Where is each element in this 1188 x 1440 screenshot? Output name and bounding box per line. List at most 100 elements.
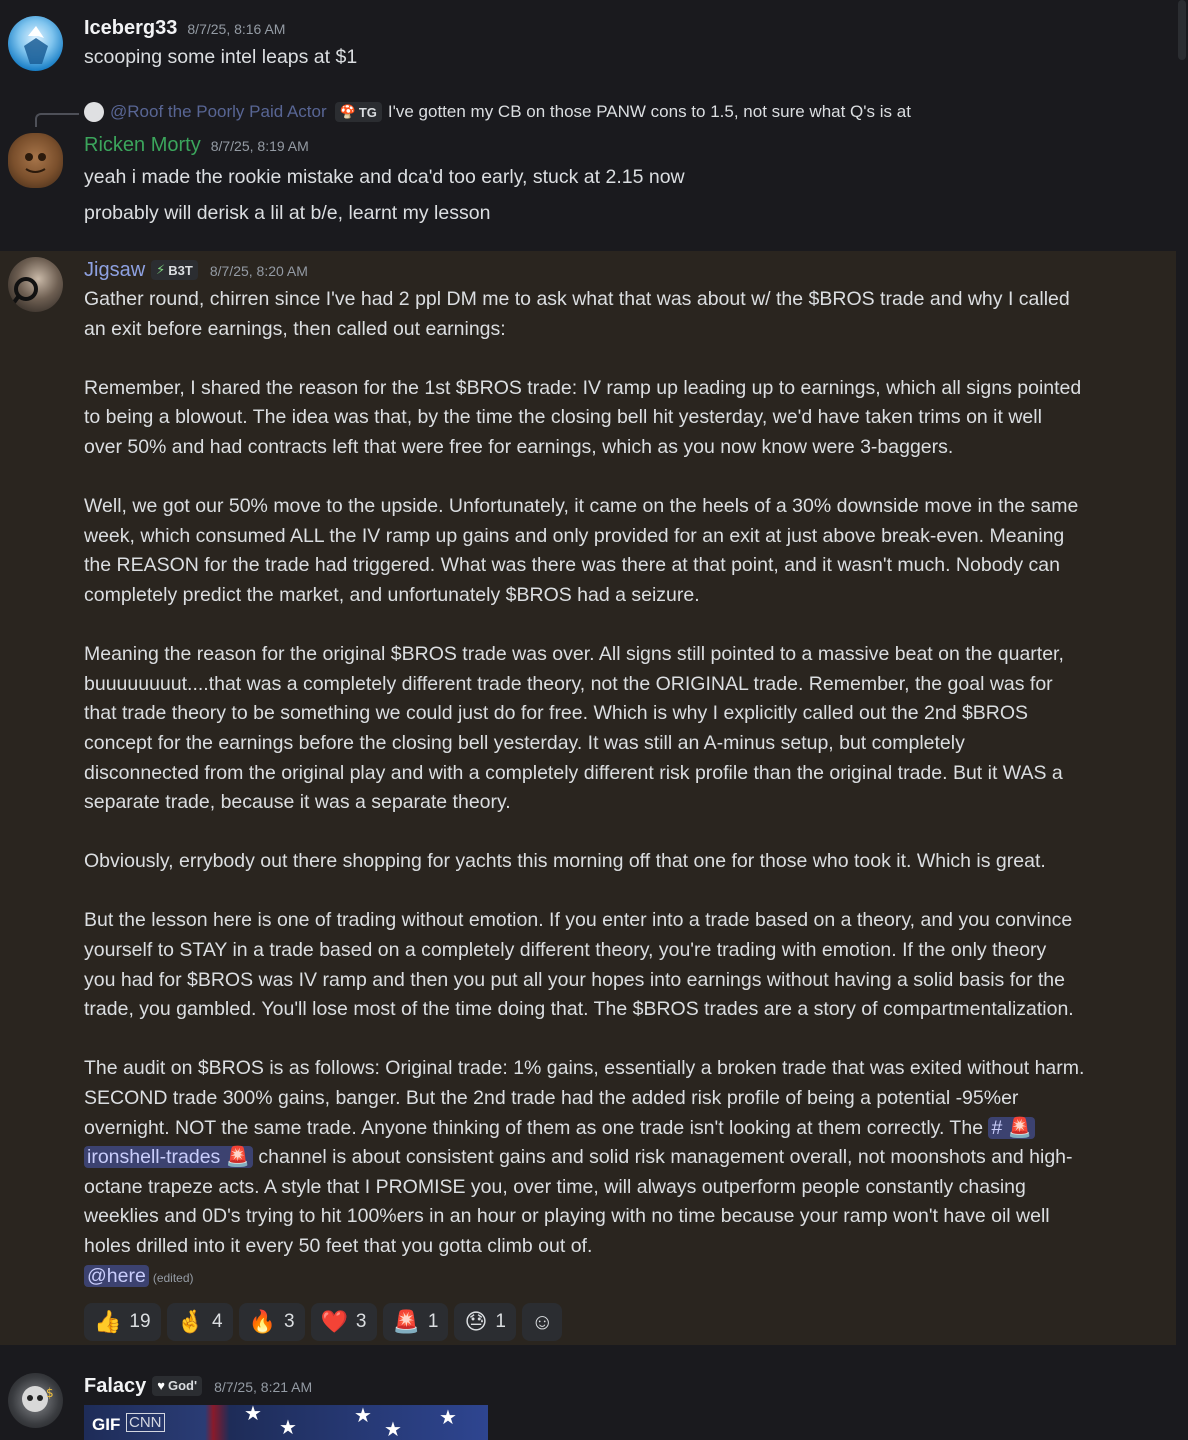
message-text-line: buuuuuuuut....that was a completely diff…: [84, 672, 1053, 695]
message-jigsaw: Jigsaw ⚡ B3T 8/7/25, 8:20 AM Gather roun…: [0, 251, 1176, 1345]
message-text-line: Obviously, errybody out there shopping f…: [84, 850, 1046, 873]
message-body: Gather round, chirren since I've had 2 p…: [84, 285, 1136, 1114]
sackboy-icon: [25, 153, 46, 173]
message-text-line: But the lesson here is one of trading wi…: [84, 909, 1073, 932]
message-text-line: Remember, I shared the reason for the 1s…: [84, 376, 1082, 399]
author-name[interactable]: Ricken Morty: [84, 134, 201, 157]
reaction-button[interactable]: 👍 19: [84, 1303, 161, 1342]
author-name[interactable]: Falacy: [84, 1375, 146, 1398]
timestamp[interactable]: 8/7/25, 8:20 AM: [210, 263, 308, 279]
reaction-button[interactable]: 😓 1: [454, 1303, 516, 1342]
message-text-line: The audit on $BROS is as follows: Origin…: [84, 1057, 1085, 1080]
message-text-line: yeah i made the rookie mistake and dca'd…: [84, 166, 685, 188]
message-text-line: an exit before earnings, then called out…: [84, 317, 506, 340]
siren-icon: 🚨: [225, 1146, 251, 1169]
avatar[interactable]: $: [8, 1373, 63, 1428]
reaction-emoji-icon: 🤞: [176, 1309, 204, 1335]
message-text-line: overnight. NOT the same trade. Anyone th…: [84, 1114, 1136, 1144]
message-text-line: Meaning the reason for the original $BRO…: [84, 643, 1064, 666]
message-text-line: weeklies and 0D's trying to hit 100%ers …: [84, 1205, 1050, 1228]
reaction-emoji-icon: 👍: [94, 1309, 122, 1335]
message-text-line: trade, you gambled. You'll lose most of …: [84, 998, 1074, 1021]
scrollbar-track[interactable]: [1176, 0, 1188, 1440]
message-text-line: that trade theory to be something we cou…: [84, 702, 1029, 725]
message-text-line: @here (edited): [84, 1262, 1136, 1294]
channel-mention[interactable]: ironshell-trades 🚨: [84, 1146, 254, 1169]
star-icon: ★: [354, 1405, 372, 1427]
reaction-button[interactable]: ❤️ 3: [310, 1303, 377, 1342]
message-text-line: over 50% and had contracts left that wer…: [84, 435, 954, 458]
timestamp[interactable]: 8/7/25, 8:21 AM: [214, 1379, 312, 1395]
message-ricken: @Roof the Poorly Paid Actor 🍄 TG I've go…: [0, 0, 1176, 250]
timestamp[interactable]: 8/7/25, 8:19 AM: [211, 138, 309, 154]
reactions-bar: 👍 19 🤞 4 🔥 3 ❤️ 3 🚨 1 😓 1 ☺: [84, 1303, 1136, 1342]
star-icon: ★: [279, 1417, 297, 1439]
reaction-emoji-icon: 🔥: [248, 1309, 276, 1335]
message-text-line: SECOND trade 300% gains, banger. But the…: [84, 1087, 1019, 1110]
reaction-count: 3: [283, 1311, 295, 1333]
message-text-line: octane trapeze acts. A style that I PROM…: [84, 1175, 1026, 1198]
message-text-line: the REASON for the trade had triggered. …: [84, 554, 1060, 577]
add-reaction-icon: ☺: [531, 1309, 554, 1335]
reply-tag[interactable]: 🍄 TG: [334, 102, 382, 122]
reply-connector: [35, 113, 79, 127]
siren-icon: 🚨: [1007, 1116, 1033, 1139]
reaction-emoji-icon: 🚨: [392, 1309, 420, 1335]
reaction-count: 19: [129, 1311, 151, 1333]
reply-preview[interactable]: @Roof the Poorly Paid Actor 🍄 TG I've go…: [84, 102, 911, 122]
gif-embed[interactable]: ★ ★ ★ ★ ★ ★ ★ GIF CNN: [84, 1405, 488, 1440]
message-text-line: week, which consumed ALL the IV ramp up …: [84, 524, 1065, 547]
reaction-count: 4: [211, 1311, 223, 1333]
message-text-line: concept for the earnings before the clos…: [84, 731, 965, 754]
reaction-button[interactable]: 🤞 4: [166, 1303, 233, 1342]
role-tag[interactable]: ♥ God': [152, 1375, 203, 1396]
message-text-line: completely predict the market, and unfor…: [84, 583, 700, 606]
message-text-line: Well, we got our 50% move to the upside.…: [84, 495, 1079, 518]
gif-label: GIF: [92, 1415, 121, 1434]
role-tag[interactable]: ⚡ B3T: [151, 260, 198, 280]
avatar[interactable]: [8, 133, 63, 188]
channel-mention[interactable]: # 🚨: [988, 1116, 1036, 1139]
message-text-line: holes drilled into it every 50 feet that…: [84, 1235, 593, 1257]
message-text-line: yourself to STAY in a trade based on a c…: [84, 939, 1047, 962]
scrollbar-thumb[interactable]: [1178, 0, 1186, 60]
message-text-line: to being a blowout. The idea was that, b…: [84, 406, 1042, 429]
lightning-icon: ⚡: [156, 262, 166, 277]
reaction-count: 3: [355, 1311, 367, 1333]
reaction-button[interactable]: 🔥 3: [238, 1303, 305, 1342]
heart-icon: ♥: [157, 1378, 165, 1393]
star-icon: ★: [439, 1407, 457, 1429]
reaction-button[interactable]: 🚨 1: [382, 1303, 449, 1342]
here-mention[interactable]: @here: [84, 1264, 149, 1287]
mushroom-icon: 🍄: [339, 104, 356, 119]
skull-icon: $: [22, 1386, 54, 1412]
message-text-line: disconnected from the original play and …: [84, 761, 1063, 784]
message-text-line: ironshell-trades 🚨 channel is about cons…: [84, 1143, 1136, 1173]
reply-author[interactable]: @Roof the Poorly Paid Actor: [110, 102, 327, 122]
svg-text:$: $: [46, 1386, 54, 1400]
star-icon: ★: [384, 1419, 402, 1440]
author-name[interactable]: Jigsaw: [84, 259, 145, 282]
magnifier-icon: [10, 277, 38, 307]
reaction-count: 1: [427, 1311, 439, 1333]
message-text-line: you had for $BROS was IV ramp and then y…: [84, 968, 1065, 991]
message-text-line: separate trade, because it was a separat…: [84, 791, 511, 814]
reaction-emoji-icon: ❤️: [320, 1309, 348, 1335]
edited-label: (edited): [152, 1270, 194, 1285]
reaction-count: 1: [495, 1311, 506, 1333]
reply-avatar: [84, 102, 104, 122]
message-text-line: Gather round, chirren since I've had 2 p…: [84, 288, 1070, 310]
add-reaction-button[interactable]: ☺: [522, 1303, 563, 1342]
star-icon: ★: [244, 1405, 262, 1425]
message-text-line: probably will derisk a lil at b/e, learn…: [84, 201, 491, 224]
gif-source-logo: CNN: [126, 1413, 165, 1432]
reply-text: I've gotten my CB on those PANW cons to …: [387, 102, 911, 121]
reaction-emoji-icon: 😓: [464, 1309, 488, 1335]
avatar[interactable]: [8, 257, 63, 312]
